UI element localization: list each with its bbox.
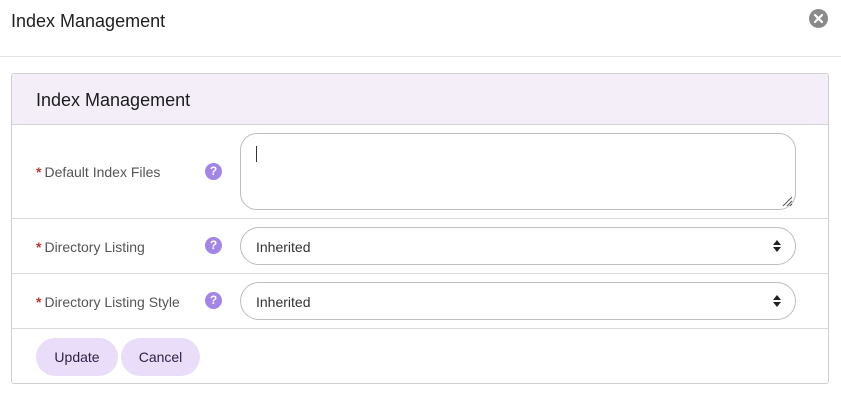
directory-listing-value: Inherited (256, 239, 311, 255)
update-button[interactable]: Update (36, 338, 118, 376)
required-marker: * (36, 239, 42, 255)
help-icon[interactable]: ? (205, 163, 222, 180)
required-marker: * (36, 164, 42, 180)
default-index-files-row: * Default Index Files ? (12, 125, 828, 219)
default-index-files-label-text: Default Index Files (44, 164, 161, 180)
card-header: Index Management (12, 74, 828, 125)
directory-listing-label: * Directory Listing (36, 239, 145, 255)
text-caret (256, 146, 257, 162)
directory-listing-style-label-text: Directory Listing Style (44, 294, 180, 310)
directory-listing-style-value: Inherited (256, 294, 311, 310)
directory-listing-row: * Directory Listing ? Inherited (12, 219, 828, 274)
default-index-files-textarea[interactable] (240, 133, 796, 210)
directory-listing-select[interactable]: Inherited (240, 227, 796, 265)
default-index-files-label: * Default Index Files (36, 164, 160, 180)
directory-listing-label-text: Directory Listing (44, 239, 145, 255)
card-title: Index Management (36, 90, 191, 110)
sort-arrows-icon (773, 240, 781, 252)
directory-listing-style-select[interactable]: Inherited (240, 282, 796, 320)
close-icon[interactable] (809, 9, 828, 28)
directory-listing-style-row: * Directory Listing Style ? Inherited (12, 274, 828, 329)
resize-grip-icon[interactable] (781, 195, 793, 207)
directory-listing-style-label: * Directory Listing Style (36, 294, 180, 310)
index-management-card: Index Management * Default Index Files ? … (11, 73, 829, 384)
help-icon[interactable]: ? (205, 237, 222, 254)
help-icon[interactable]: ? (205, 292, 222, 309)
cancel-button[interactable]: Cancel (121, 338, 200, 376)
modal-header: Index Management (0, 0, 841, 57)
modal-title: Index Management (11, 11, 166, 31)
sort-arrows-icon (773, 295, 781, 307)
required-marker: * (36, 294, 42, 310)
